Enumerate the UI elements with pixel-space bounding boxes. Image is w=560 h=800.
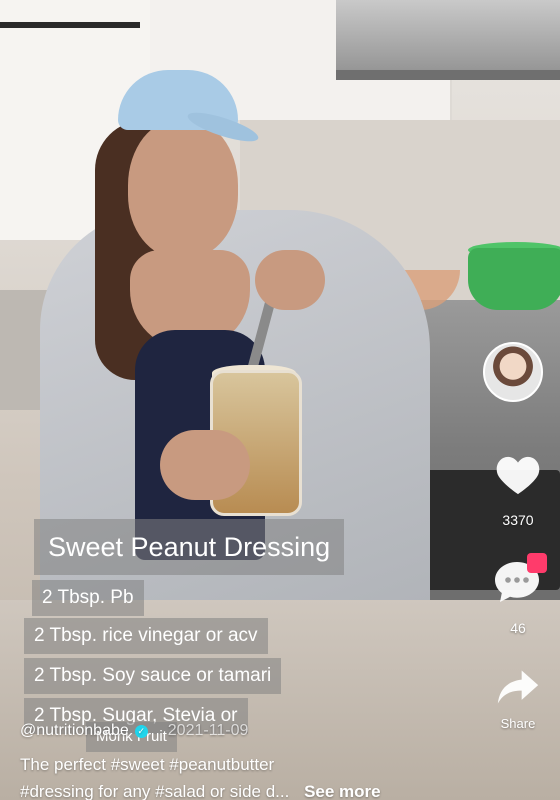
post-description-line: #dressing for any #salad or side d... <box>20 782 290 800</box>
heart-icon <box>496 456 540 495</box>
share-arrow-icon <box>497 670 539 704</box>
background-range-hood <box>336 0 560 80</box>
verified-badge-icon: ✓ <box>134 724 148 738</box>
person-hand-spoon <box>255 250 325 310</box>
recipe-title: Sweet Peanut Dressing <box>34 519 345 575</box>
video-frame[interactable]: Sweet Peanut Dressing 2 Tbsp. Pb 2 Tbsp.… <box>0 0 560 800</box>
ingredient-line: 2 Tbsp. Soy sauce or tamari <box>24 658 282 694</box>
person-hand-jar <box>160 430 250 500</box>
creator-handle[interactable]: @nutritionbabe <box>20 722 129 740</box>
person-face <box>128 118 238 258</box>
ingredient-line: 2 Tbsp. Pb <box>32 580 144 616</box>
creator-info: @nutritionbabe ✓ 2021-11-09 <box>20 720 248 742</box>
share-button[interactable] <box>496 665 540 709</box>
like-count: 3370 <box>502 512 534 528</box>
gift-icon[interactable] <box>527 553 547 573</box>
see-more-link[interactable]: See more <box>304 782 381 800</box>
post-date: 2021-11-09 <box>167 722 249 739</box>
post-description-line2-container: #dressing for any #salad or side d... Se… <box>20 782 381 800</box>
ingredient-line: 2 Tbsp. rice vinegar or acv <box>24 618 268 654</box>
background-green-pot <box>468 248 560 310</box>
comment-count: 46 <box>510 620 526 636</box>
share-label: Share <box>500 716 536 731</box>
background-rail <box>0 22 140 28</box>
like-button[interactable] <box>495 452 541 498</box>
post-description-line: The perfect #sweet #peanutbutter <box>20 755 275 774</box>
background-range-hood-edge <box>336 70 560 80</box>
creator-avatar[interactable] <box>483 342 543 402</box>
